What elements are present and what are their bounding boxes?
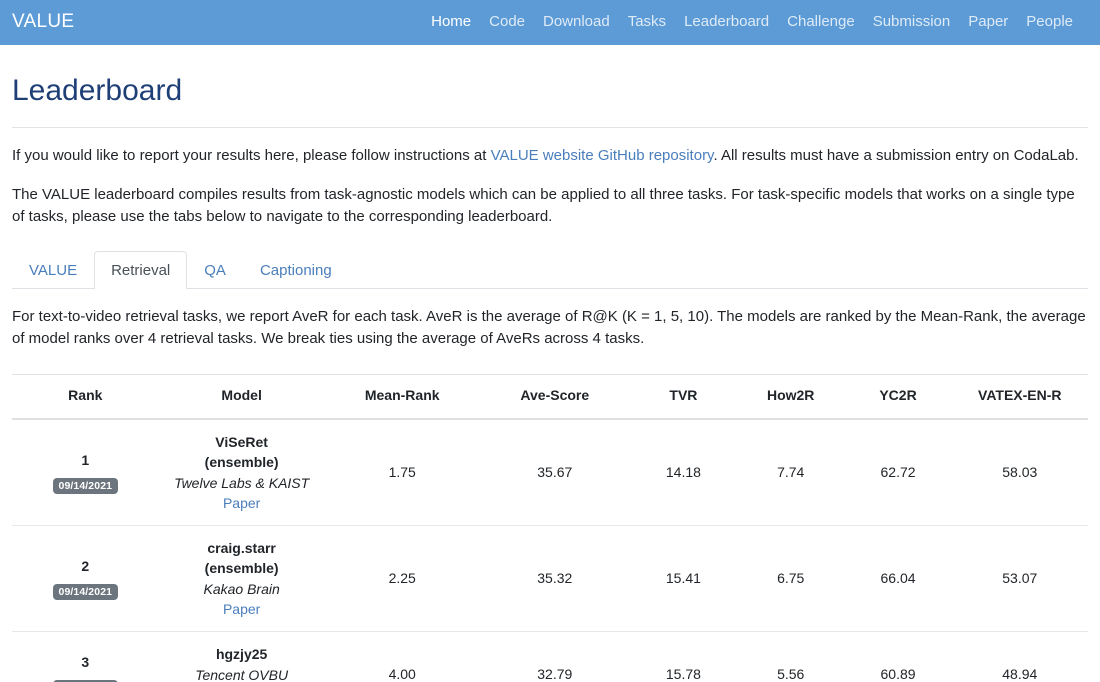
cell-yc2r: 62.72 xyxy=(844,418,952,527)
table-row: 1 09/14/2021 ViSeRet (ensemble) Twelve L… xyxy=(12,418,1088,527)
navbar-brand[interactable]: VALUE xyxy=(12,8,74,37)
cell-vatex-en-r: 53.07 xyxy=(951,525,1088,633)
model-name: ViSeRet xyxy=(215,433,268,450)
nav-link-code[interactable]: Code xyxy=(480,11,534,34)
page-container: Leaderboard If you would like to report … xyxy=(0,73,1100,682)
leaderboard-table: Rank Model Mean-Rank Ave-Score TVR How2R… xyxy=(12,373,1088,682)
column-header-rank[interactable]: Rank xyxy=(12,373,159,420)
rank-number: 2 xyxy=(81,558,90,575)
tab-captioning[interactable]: Captioning xyxy=(243,251,349,289)
nav-link-download[interactable]: Download xyxy=(534,11,619,34)
nav-link-home[interactable]: Home xyxy=(422,11,480,34)
column-header-vatex-en-r[interactable]: VATEX-EN-R xyxy=(951,373,1088,420)
cell-tvr: 15.78 xyxy=(629,631,737,682)
nav-link-tasks[interactable]: Tasks xyxy=(619,11,675,34)
column-header-how2r[interactable]: How2R xyxy=(736,373,845,420)
tab-retrieval[interactable]: Retrieval xyxy=(94,250,188,289)
title-divider xyxy=(12,127,1088,128)
description-paragraph: The VALUE leaderboard compiles results f… xyxy=(12,186,1075,226)
cell-tvr: 15.41 xyxy=(629,525,737,633)
column-header-tvr[interactable]: TVR xyxy=(629,373,737,420)
nav-link-paper[interactable]: Paper xyxy=(959,11,1017,34)
model-name: hgzjy25 xyxy=(215,646,268,663)
cell-how2r: 5.56 xyxy=(736,631,845,682)
model-cell: hgzjy25 Tencent OVBU Paper xyxy=(158,631,325,682)
cell-ave-score: 35.32 xyxy=(479,525,630,633)
cell-tvr: 14.18 xyxy=(629,418,737,527)
tab-value[interactable]: VALUE xyxy=(12,251,94,289)
tab-qa[interactable]: QA xyxy=(187,251,243,289)
column-header-yc2r[interactable]: YC2R xyxy=(844,373,952,420)
cell-mean-rank: 1.75 xyxy=(324,418,480,527)
model-ensemble-tag: (ensemble) xyxy=(204,454,279,471)
model-ensemble-tag: (ensemble) xyxy=(204,560,279,577)
table-body: 1 09/14/2021 ViSeRet (ensemble) Twelve L… xyxy=(12,418,1088,682)
rank-number: 3 xyxy=(81,654,90,671)
model-paper-link[interactable]: Paper xyxy=(163,599,321,619)
column-header-ave-score[interactable]: Ave-Score xyxy=(479,373,630,420)
cell-vatex-en-r: 58.03 xyxy=(951,418,1088,527)
intro-prefix-text: If you would like to report your results… xyxy=(12,147,491,164)
rank-cell: 1 09/14/2021 xyxy=(12,418,159,527)
rank-cell: 3 09/13/2021 xyxy=(12,631,159,682)
cell-mean-rank: 4.00 xyxy=(324,631,480,682)
rank-cell: 2 09/14/2021 xyxy=(12,525,159,633)
model-affiliation: Twelve Labs & KAIST xyxy=(174,474,310,491)
nav-link-submission[interactable]: Submission xyxy=(864,11,960,34)
table-header-row: Rank Model Mean-Rank Ave-Score TVR How2R… xyxy=(12,373,1088,420)
leaderboard-tabs: VALUE Retrieval QA Captioning xyxy=(12,250,1088,289)
cell-mean-rank: 2.25 xyxy=(324,525,480,633)
cell-yc2r: 66.04 xyxy=(844,525,952,633)
rank-number: 1 xyxy=(81,451,90,468)
intro-paragraph: If you would like to report your results… xyxy=(12,145,1088,167)
column-header-mean-rank[interactable]: Mean-Rank xyxy=(324,373,480,420)
cell-vatex-en-r: 48.94 xyxy=(951,631,1088,682)
page-title: Leaderboard xyxy=(12,74,183,107)
model-paper-link[interactable]: Paper xyxy=(163,493,321,513)
navbar-links: Home Code Download Tasks Leaderboard Cha… xyxy=(422,11,1088,34)
cell-how2r: 7.74 xyxy=(736,418,845,527)
leaderboard-table-wrapper: Rank Model Mean-Rank Ave-Score TVR How2R… xyxy=(12,373,1088,682)
model-affiliation: Tencent OVBU xyxy=(195,666,289,682)
cell-ave-score: 35.67 xyxy=(479,418,630,527)
table-row: 2 09/14/2021 craig.starr (ensemble) Kaka… xyxy=(12,525,1088,633)
model-cell: ViSeRet (ensemble) Twelve Labs & KAIST P… xyxy=(158,418,325,527)
nav-link-people[interactable]: People xyxy=(1017,11,1082,34)
github-repo-link[interactable]: VALUE website GitHub repository xyxy=(491,147,714,164)
cell-yc2r: 60.89 xyxy=(844,631,952,682)
model-name: craig.starr xyxy=(207,540,276,557)
top-navigation-bar: VALUE Home Code Download Tasks Leaderboa… xyxy=(0,0,1100,45)
cell-ave-score: 32.79 xyxy=(479,631,630,682)
column-header-model[interactable]: Model xyxy=(158,373,325,420)
tab-description-paragraph: For text-to-video retrieval tasks, we re… xyxy=(12,307,1086,347)
intro-suffix-text: . All results must have a submission ent… xyxy=(713,147,1079,164)
submission-date-badge: 09/14/2021 xyxy=(52,477,119,495)
nav-link-leaderboard[interactable]: Leaderboard xyxy=(675,11,778,34)
nav-link-challenge[interactable]: Challenge xyxy=(778,11,864,34)
table-row: 3 09/13/2021 hgzjy25 Tencent OVBU Paper … xyxy=(12,631,1088,682)
cell-how2r: 6.75 xyxy=(736,525,845,633)
model-cell: craig.starr (ensemble) Kakao Brain Paper xyxy=(158,525,325,633)
submission-date-badge: 09/14/2021 xyxy=(52,583,119,601)
model-affiliation: Kakao Brain xyxy=(203,580,280,597)
table-header: Rank Model Mean-Rank Ave-Score TVR How2R… xyxy=(12,373,1088,420)
